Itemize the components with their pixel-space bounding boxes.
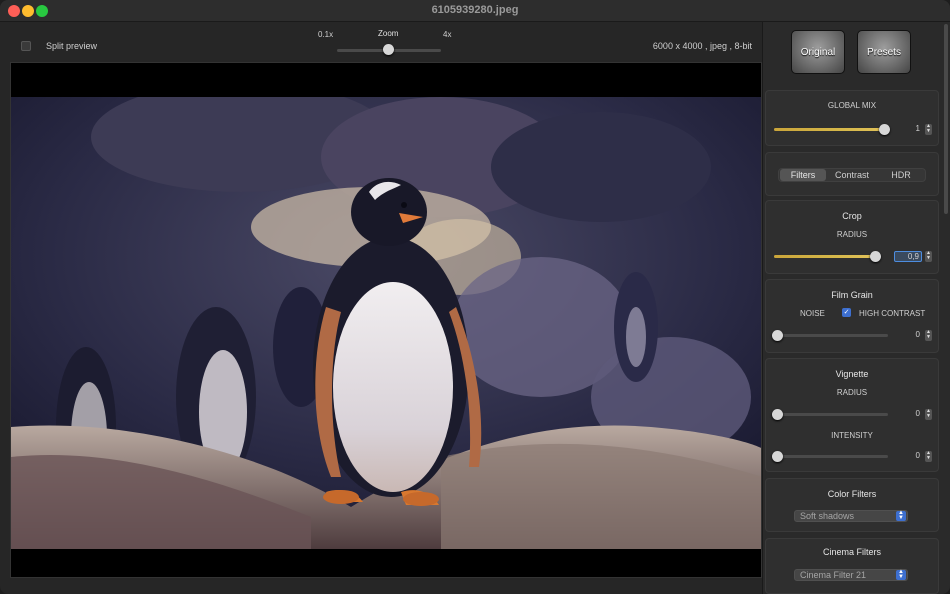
penguin-photo [11, 97, 761, 549]
global-mix-stepper[interactable]: ▲ ▼ [925, 124, 932, 135]
window-title: 6105939280.jpeg [431, 4, 519, 16]
tab-contrast[interactable]: Contrast [828, 169, 876, 181]
cinema-filters-selected: Cinema Filter 21 [800, 570, 867, 580]
film-grain-value[interactable]: 0 [890, 330, 920, 341]
color-filters-title: Color Filters [827, 489, 877, 499]
photo-illustration [11, 97, 761, 549]
film-grain-slider-knob[interactable] [772, 330, 783, 341]
global-mix-slider-knob[interactable] [879, 124, 890, 135]
preview-toolbar: Split preview 0.1x Zoom 4x 6000 x 4000 ,… [0, 22, 762, 62]
split-preview-label: Split preview [46, 41, 98, 51]
crop-radius-slider-fill [774, 255, 874, 258]
high-contrast-checkbox[interactable]: ✓ [842, 308, 851, 317]
vignette-radius-slider-track[interactable] [774, 413, 888, 416]
vignette-title: Vignette [835, 369, 869, 379]
noise-label: NOISE [800, 309, 825, 318]
global-mix-slider-track[interactable] [774, 128, 888, 131]
cinema-filters-section: Cinema Filters Cinema Filter 21 ▲ ▼ [765, 538, 939, 594]
vignette-radius-slider-knob[interactable] [772, 409, 783, 420]
color-filters-section: Color Filters Soft shadows ▲ ▼ [765, 478, 939, 532]
title-bar: 6105939280.jpeg [0, 0, 950, 22]
tab-filters[interactable]: Filters [780, 169, 826, 181]
crop-radius-slider-track[interactable] [774, 255, 878, 258]
vignette-intensity-slider-knob[interactable] [772, 451, 783, 462]
presets-button[interactable]: Presets [857, 30, 911, 74]
app-window: 6105939280.jpeg Split preview 0.1x Zoom … [0, 0, 950, 594]
zoom-slider-knob[interactable] [383, 44, 394, 55]
vignette-intensity-value[interactable]: 0 [890, 451, 920, 462]
crop-title: Crop [842, 211, 862, 221]
panel-scrollbar[interactable] [944, 24, 948, 214]
vignette-radius-value[interactable]: 0 [890, 409, 920, 420]
original-button[interactable]: Original [791, 30, 845, 74]
crop-radius-value[interactable]: 0,9 [894, 251, 922, 262]
vignette-intensity-slider-track[interactable] [774, 455, 888, 458]
zoom-min-label: 0.1x [318, 30, 334, 39]
cinema-filters-title: Cinema Filters [822, 547, 881, 557]
settings-panel: Original Presets GLOBAL MIX 1 ▲ ▼ Filters… [762, 22, 950, 594]
chevron-updown-icon: ▲ ▼ [896, 569, 906, 580]
film-grain-section: Film Grain NOISE ✓ HIGH CONTRAST 0 ▲ ▼ [765, 279, 939, 353]
crop-radius-slider-knob[interactable] [870, 251, 881, 262]
color-filters-selected: Soft shadows [800, 511, 855, 521]
global-mix-title: GLOBAL MIX [827, 101, 877, 110]
crop-radius-label: RADIUS [836, 230, 868, 239]
vignette-intensity-stepper[interactable]: ▲ ▼ [925, 451, 932, 462]
zoom-max-label: 4x [443, 30, 452, 39]
tab-hdr[interactable]: HDR [878, 169, 924, 181]
global-mix-value[interactable]: 1 [890, 124, 920, 135]
split-preview-checkbox[interactable] [21, 41, 31, 51]
film-grain-stepper[interactable]: ▲ ▼ [925, 330, 932, 341]
vignette-section: Vignette RADIUS 0 ▲ ▼ INTENSITY 0 ▲ ▼ [765, 358, 939, 472]
image-info: 6000 x 4000 , jpeg , 8-bit [652, 41, 752, 51]
zoom-label: Zoom [378, 29, 399, 38]
vignette-radius-stepper[interactable]: ▲ ▼ [925, 409, 932, 420]
crop-section: Crop RADIUS 0,9 ▲ ▼ [765, 200, 939, 274]
film-grain-title: Film Grain [831, 290, 873, 300]
image-preview[interactable] [10, 62, 762, 578]
global-mix-slider-fill [774, 128, 888, 131]
color-filters-dropdown[interactable]: Soft shadows ▲ ▼ [794, 510, 908, 522]
chevron-updown-icon: ▲ ▼ [896, 510, 906, 521]
segmented-control: Filters Contrast HDR [778, 168, 926, 182]
tab-section: Filters Contrast HDR [765, 152, 939, 196]
cinema-filters-dropdown[interactable]: Cinema Filter 21 ▲ ▼ [794, 569, 908, 581]
crop-radius-stepper[interactable]: ▲ ▼ [925, 251, 932, 262]
high-contrast-label: HIGH CONTRAST [859, 309, 926, 318]
vignette-intensity-label: INTENSITY [831, 431, 873, 440]
global-mix-section: GLOBAL MIX 1 ▲ ▼ [765, 90, 939, 146]
film-grain-slider-track[interactable] [774, 334, 888, 337]
vignette-radius-label: RADIUS [836, 388, 868, 397]
